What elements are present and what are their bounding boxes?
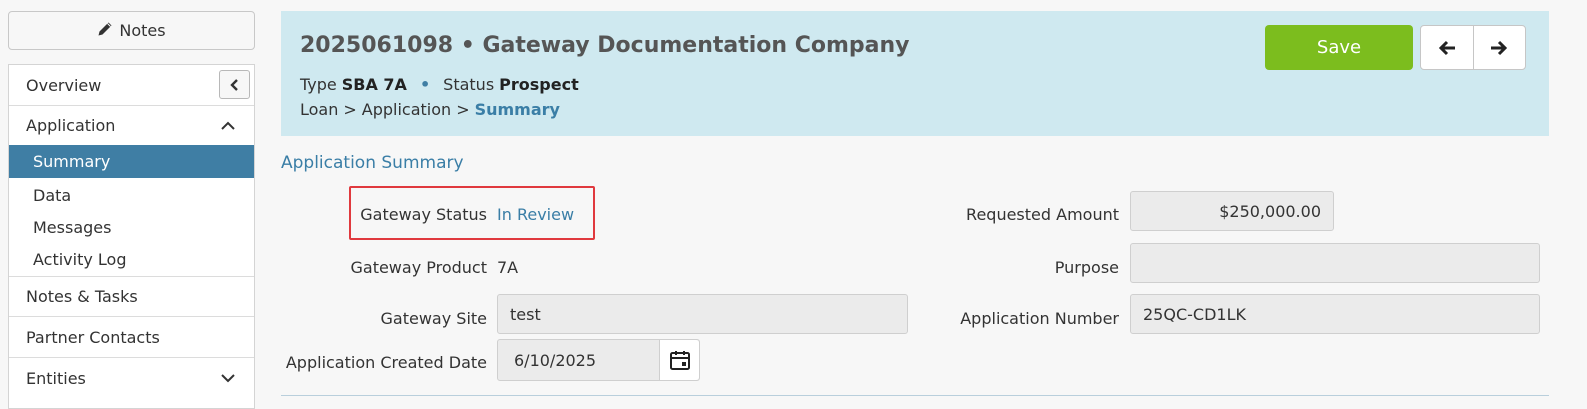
application-number-field[interactable]: 25QC-CD1LK: [1130, 294, 1540, 334]
section-title: Application Summary: [281, 153, 464, 173]
type-value: SBA 7A: [341, 75, 407, 94]
breadcrumb-application[interactable]: Application: [362, 100, 451, 119]
sidebar-item-application[interactable]: Application: [9, 105, 254, 145]
purpose-label: Purpose: [1054, 258, 1119, 277]
sidebar-item-summary[interactable]: Summary: [9, 145, 254, 178]
gateway-status-label: Gateway Status: [360, 205, 487, 224]
arrow-right-icon: [1491, 40, 1508, 55]
sidebar-item-label: Application: [26, 116, 116, 135]
notes-button[interactable]: Notes: [8, 11, 255, 50]
breadcrumb-loan[interactable]: Loan: [300, 100, 338, 119]
next-button[interactable]: [1472, 26, 1526, 69]
created-date-picker: 6/10/2025: [497, 339, 700, 381]
chevron-left-icon: [229, 78, 238, 91]
sidebar-item-activity-log[interactable]: Activity Log: [9, 243, 254, 275]
created-date-field[interactable]: 6/10/2025: [498, 340, 659, 380]
sidebar-item-messages[interactable]: Messages: [9, 211, 254, 243]
gateway-status-value[interactable]: In Review: [497, 205, 574, 224]
calendar-icon: [669, 351, 690, 370]
sidebar-item-partner-contacts[interactable]: Partner Contacts: [9, 316, 254, 357]
sidebar-item-label: Overview: [26, 75, 102, 95]
calendar-button[interactable]: [659, 340, 699, 380]
sidebar-item-label: Summary: [33, 152, 111, 171]
breadcrumb-summary: Summary: [474, 100, 560, 119]
status-value: Prospect: [499, 75, 579, 94]
application-number-label: Application Number: [960, 309, 1119, 328]
chevron-down-icon: [221, 374, 235, 383]
previous-button[interactable]: [1421, 26, 1473, 69]
sidebar-item-label: Notes & Tasks: [26, 287, 138, 306]
breadcrumb-separator: >: [343, 100, 357, 119]
section-divider: [281, 395, 1549, 396]
sidebar-item-data[interactable]: Data: [9, 179, 254, 211]
page-header: 2025061098 • Gateway Documentation Compa…: [281, 11, 1549, 136]
gateway-product-value: 7A: [497, 258, 519, 277]
breadcrumb: Loan > Application > Summary: [300, 100, 560, 119]
created-date-label: Application Created Date: [285, 353, 487, 372]
record-nav: [1420, 25, 1526, 70]
notes-button-label: Notes: [119, 21, 166, 40]
purpose-field[interactable]: [1130, 243, 1540, 283]
gateway-site-label: Gateway Site: [380, 309, 487, 328]
loan-meta: Type SBA 7A • Status Prospect: [300, 75, 579, 94]
collapse-sidebar-button[interactable]: [219, 70, 250, 99]
page-title: 2025061098 • Gateway Documentation Compa…: [300, 33, 910, 58]
requested-amount-field[interactable]: $250,000.00: [1130, 191, 1334, 231]
type-label: Type: [300, 75, 337, 94]
sidebar-item-label: Data: [33, 185, 72, 205]
gateway-product-label: Gateway Product: [350, 258, 487, 277]
sidebar-item-entities[interactable]: Entities: [9, 357, 254, 398]
status-label: Status: [443, 75, 495, 94]
arrow-left-icon: [1438, 40, 1455, 55]
save-button[interactable]: Save: [1265, 25, 1413, 70]
sidebar-item-label: Messages: [33, 217, 112, 237]
sidebar-item-label: Activity Log: [33, 249, 127, 269]
sidebar-item-label: Partner Contacts: [26, 327, 160, 347]
breadcrumb-separator: >: [456, 100, 470, 119]
sidebar-nav: Overview Application Summary Data Messag…: [8, 64, 255, 409]
sidebar-item-notes-tasks[interactable]: Notes & Tasks: [9, 276, 254, 316]
requested-amount-label: Requested Amount: [966, 205, 1119, 224]
pencil-icon: [97, 21, 113, 41]
sidebar-item-overview[interactable]: Overview: [9, 65, 254, 105]
chevron-up-icon: [221, 121, 235, 130]
sidebar-item-label: Entities: [26, 368, 86, 388]
gateway-site-field[interactable]: test: [497, 294, 908, 334]
meta-separator: •: [419, 75, 431, 94]
